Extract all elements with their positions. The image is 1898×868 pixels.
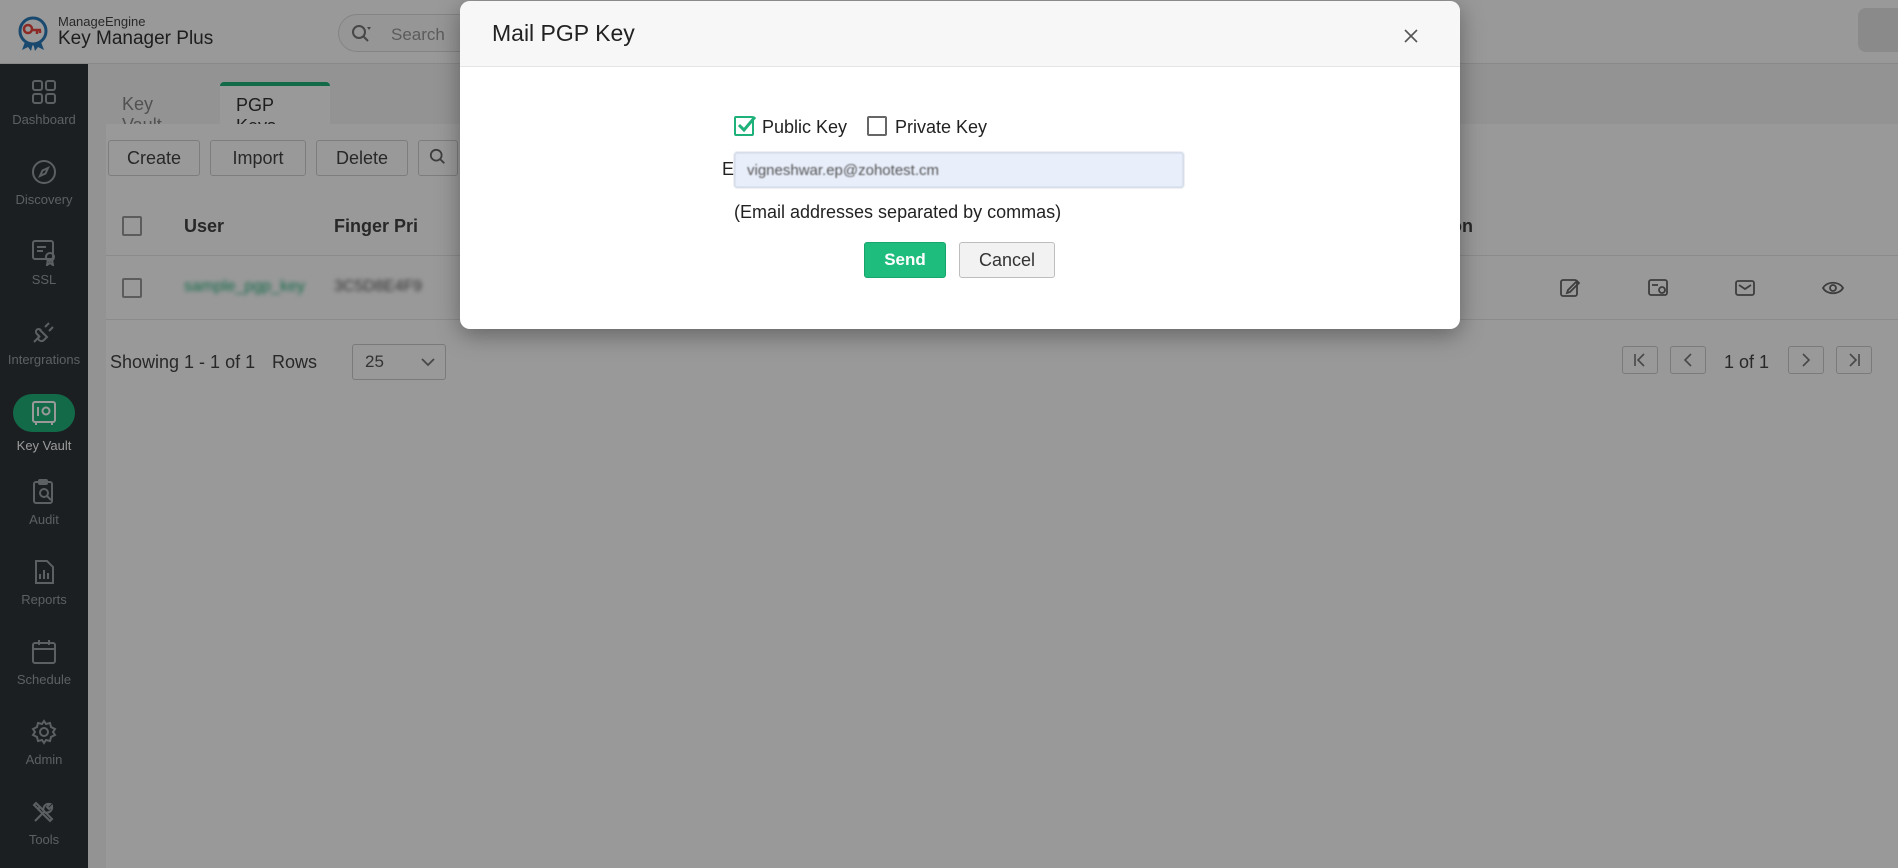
email-hint: (Email addresses separated by commas) xyxy=(734,202,1062,222)
close-icon[interactable] xyxy=(1402,27,1420,45)
dialog-title: Mail PGP Key xyxy=(492,20,635,46)
cancel-button[interactable]: Cancel xyxy=(959,242,1055,278)
send-button[interactable]: Send xyxy=(864,242,946,278)
mail-pgp-key-dialog: Mail PGP Key Public Key Private Key Emai… xyxy=(460,1,1460,329)
dialog-header: Mail PGP Key xyxy=(460,1,1460,67)
email-field[interactable] xyxy=(734,152,1184,188)
private-key-label: Private Key xyxy=(895,117,988,137)
checkmark-icon xyxy=(737,116,757,133)
private-key-checkbox[interactable] xyxy=(867,116,887,136)
public-key-checkbox[interactable] xyxy=(734,116,757,136)
public-key-label: Public Key xyxy=(762,117,848,137)
